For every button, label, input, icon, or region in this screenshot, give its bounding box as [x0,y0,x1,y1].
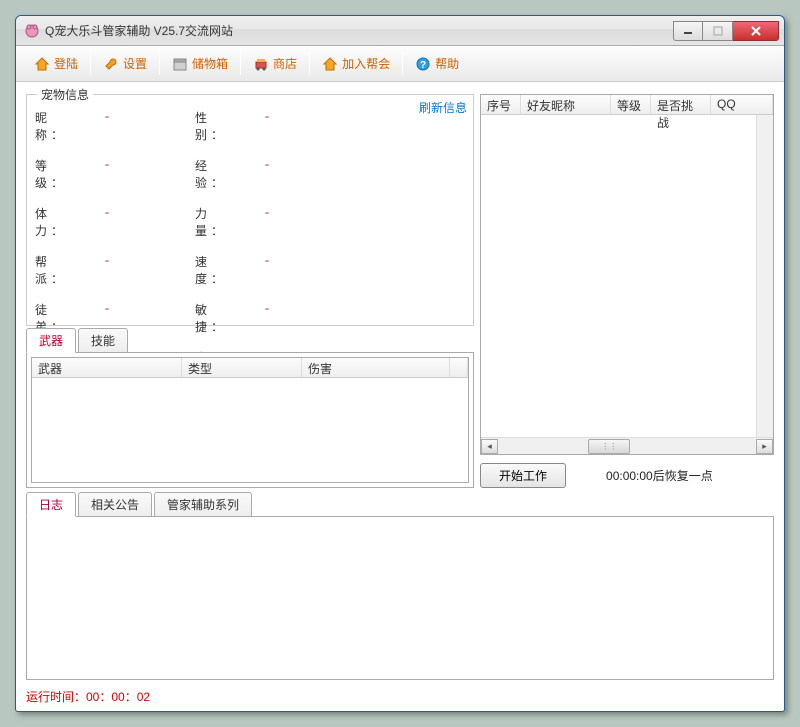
col-challenge[interactable]: 是否挑战 [651,95,711,114]
nickname-label: 昵 称： [35,109,95,143]
col-spacer [450,358,468,377]
restore-status: 00:00:00后恢复一点 [606,467,713,484]
storage-button[interactable]: 储物箱 [172,55,228,72]
shop-button[interactable]: 商店 [253,55,297,72]
speed-value: - [265,253,325,287]
tab-log[interactable]: 日志 [26,492,76,517]
log-pane [26,516,774,680]
minimize-button[interactable] [673,21,703,41]
weapon-pane: 武器 类型 伤害 [26,352,474,488]
content-area: 宠物信息 刷新信息 昵 称： - 性 别： - 等 级： - 经 验： - 体 … [16,82,784,711]
help-icon: ? [415,56,431,72]
weapon-list-header: 武器 类型 伤害 [32,358,468,378]
app-icon [24,23,40,39]
pet-info-group: 宠物信息 刷新信息 昵 称： - 性 别： - 等 级： - 经 验： - 体 … [26,94,474,326]
col-nick[interactable]: 好友昵称 [521,95,611,114]
settings-button[interactable]: 设置 [103,55,147,72]
nickname-value: - [105,109,185,143]
tab-skill[interactable]: 技能 [78,328,128,353]
wrench-icon [103,56,119,72]
exp-label: 经 验： [195,157,255,191]
pet-info-legend: 宠物信息 [37,86,93,103]
log-tab-host: 日志 相关公告 管家辅助系列 [26,492,774,680]
gender-label: 性 别： [195,109,255,143]
power-label: 力 量： [195,205,255,239]
home-icon [322,56,338,72]
cart-icon [253,56,269,72]
level-label: 等 级： [35,157,95,191]
exp-value: - [265,157,325,191]
storage-label: 储物箱 [192,55,228,72]
speed-label: 速 度： [195,253,255,287]
stamina-value: - [105,205,185,239]
vertical-scrollbar[interactable] [756,115,773,437]
power-value: - [265,205,325,239]
join-gang-button[interactable]: 加入帮会 [322,55,390,72]
close-button[interactable] [733,21,779,41]
home-icon [34,56,50,72]
start-button[interactable]: 开始工作 [480,463,566,488]
gang-label: 帮 派： [35,253,95,287]
weapon-tab-host: 武器 技能 武器 类型 伤害 [26,328,474,488]
col-seq[interactable]: 序号 [481,95,521,114]
shop-label: 商店 [273,55,297,72]
maximize-button [703,21,733,41]
tab-weapon[interactable]: 武器 [26,328,76,353]
friend-list-header: 序号 好友昵称 等级 是否挑战 QQ [481,95,773,115]
col-weapon-name[interactable]: 武器 [32,358,182,377]
tab-series[interactable]: 管家辅助系列 [154,492,252,517]
app-window: Q宠大乐斗管家辅助 V25.7交流网站 登陆 设置 [15,15,785,712]
col-level[interactable]: 等级 [611,95,651,114]
stamina-label: 体 力： [35,205,95,239]
login-label: 登陆 [54,55,78,72]
refresh-link[interactable]: 刷新信息 [419,99,467,116]
col-weapon-type[interactable]: 类型 [182,358,302,377]
titlebar: Q宠大乐斗管家辅助 V25.7交流网站 [16,16,784,46]
help-button[interactable]: ? 帮助 [415,55,459,72]
friend-rows [481,115,756,437]
window-title: Q宠大乐斗管家辅助 V25.7交流网站 [45,22,673,39]
col-weapon-damage[interactable]: 伤害 [302,358,450,377]
join-gang-label: 加入帮会 [342,55,390,72]
scroll-right-icon[interactable]: ▸ [756,439,773,454]
help-label: 帮助 [435,55,459,72]
runtime-status: 运行时间：00：00：02 [26,684,774,707]
scroll-left-icon[interactable]: ◂ [481,439,498,454]
horizontal-scrollbar[interactable]: ◂ ⋮⋮ ▸ [481,437,773,454]
login-button[interactable]: 登陆 [34,55,78,72]
col-qq[interactable]: QQ [711,95,773,114]
gender-value: - [265,109,325,143]
scroll-thumb[interactable]: ⋮⋮ [588,439,630,454]
tab-notice[interactable]: 相关公告 [78,492,152,517]
level-value: - [105,157,185,191]
gang-value: - [105,253,185,287]
friend-list: 序号 好友昵称 等级 是否挑战 QQ ◂ ⋮⋮ ▸ [480,94,774,455]
box-icon [172,56,188,72]
svg-text:?: ? [420,60,426,71]
settings-label: 设置 [123,55,147,72]
toolbar: 登陆 设置 储物箱 商店 加入帮 [16,46,784,82]
